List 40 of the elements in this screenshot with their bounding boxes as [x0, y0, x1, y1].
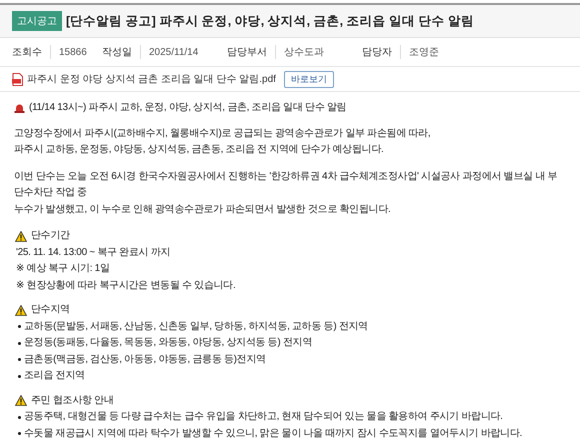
meta-value: 15866 — [59, 46, 87, 58]
section-heading: 단수기간 — [31, 229, 70, 243]
section-heading: 단수지역 — [31, 303, 70, 317]
list-item: 금촌동(맥금동, 검산동, 아동동, 야동동, 금릉동 등)전지역 — [24, 352, 266, 366]
paragraph-line: 이번 단수는 오늘 오전 6시경 한국수자원공사에서 진행하는 '한강하류권 4차 급수체계조정사업' 시설공사 과정에서 밸브실 내 부단수차단 작업 중 — [14, 170, 558, 200]
meta-value: 상수도과 — [284, 46, 324, 59]
list-item: 교하동(문발동, 서패동, 산남동, 신촌동 일부, 당하동, 하지석동, 교하동 등) 전지역 — [24, 320, 368, 334]
post-title: [단수알림 공고] 파주시 운정, 야당, 상지석, 금촌, 조리읍 일대 단수 알림 — [66, 12, 474, 30]
warning-icon — [15, 230, 27, 242]
paragraph-line: 누수가 발생했고, 이 누수로 인해 광역송수관로가 파손되면서 발생한 것으로 확인됩니다. — [14, 202, 390, 216]
bullet-icon — [18, 416, 21, 419]
meta-value: 조영준 — [409, 46, 439, 59]
bullet-icon — [18, 358, 21, 362]
warning-icon — [15, 395, 27, 406]
bullet-icon — [18, 325, 21, 328]
list-item: 수돗물 재공급시 지역에 따라 탁수가 발생할 수 있으니, 맑은 물이 나올 때까지 잠시 수도꼭지를 열어두시기 바랍니다. — [24, 426, 522, 440]
notice-headline: (11/14 13시~) 파주시 교하, 운정, 야당, 상지석, 금촌, 조리읍 일대 단수 알림 — [29, 101, 346, 115]
view-button[interactable]: 바로보기 — [284, 70, 334, 88]
bullet-icon — [18, 374, 21, 378]
text-line: ※ 현장상황에 따라 복구시간은 변동될 수 있습니다. — [16, 278, 236, 292]
warning-icon — [15, 304, 27, 316]
list-item: 운정동(동패동, 다율동, 목동동, 와동동, 야당동, 상지석동 등) 전지역 — [24, 336, 312, 350]
pdf-file-icon — [12, 72, 23, 86]
section-heading: 주민 협조사항 안내 — [31, 394, 114, 408]
text-line: ※ 예상 복구 시기: 1일 — [16, 262, 110, 276]
meta-label: 조회수 — [12, 45, 51, 59]
meta-label: 담당자 — [362, 45, 401, 59]
list-item: 조리읍 전지역 — [24, 369, 85, 383]
meta-value: 2025/11/14 — [149, 46, 198, 58]
paragraph-line: 파주시 교하동, 운정동, 야당동, 상지석동, 금촌동, 조리읍 전 지역에 단수가 예상됩니다. — [14, 143, 384, 157]
list-item: 공동주택, 대형건물 등 다량 급수처는 급수 유입을 차단하고, 현재 담수되어 있는 물을 활용하여 주시기 바랍니다. — [24, 410, 503, 424]
siren-icon — [14, 103, 25, 114]
meta-label: 담당부서 — [227, 45, 276, 59]
paragraph-line: 고양정수장에서 파주시(교하배수지, 월롱배수지)로 공급되는 광역송수관로가 일부 파손됨에 따라, — [14, 126, 430, 140]
attachment-link[interactable]: 파주시 운정 야당 상지석 금촌 조리읍 일대 단수 알림.pdf — [27, 72, 276, 86]
meta-label: 작성일 — [102, 45, 141, 59]
category-label: 고시공고 — [12, 11, 62, 31]
bullet-icon — [18, 432, 21, 436]
text-line: '25. 11. 14. 13:00 ~ 복구 완료시 까지 — [16, 246, 170, 260]
bullet-icon — [18, 342, 21, 345]
